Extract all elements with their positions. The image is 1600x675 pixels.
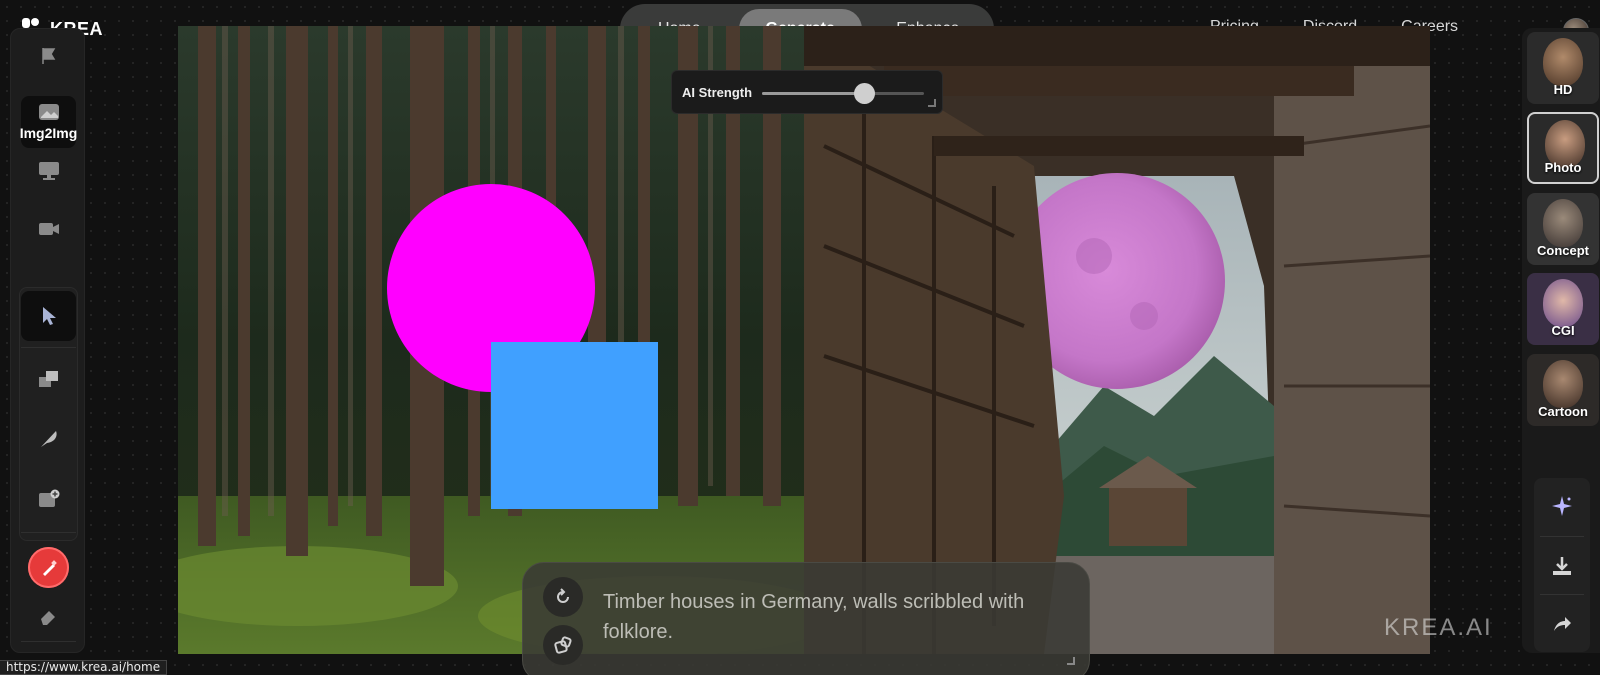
divider [21,641,76,642]
tool-img2img[interactable]: Img2Img [19,96,78,148]
divider [21,532,76,533]
random-prompt-button[interactable] [543,625,583,665]
samurai-portrait [1543,38,1583,86]
cartoon-man-portrait [1543,360,1583,408]
share-icon [1554,617,1571,631]
layers-icon [38,371,58,387]
download-icon [1553,557,1571,575]
prompt-resize-handle[interactable] [1067,657,1075,665]
ai-strength-fill [762,92,865,95]
prompt-box: Timber houses in Germany, walls scribble… [522,562,1090,675]
style-hd[interactable]: HD [1527,32,1599,104]
tool-shapes[interactable] [21,359,76,399]
brush-button[interactable] [28,547,69,588]
tool-add-image[interactable] [21,479,76,519]
panel-resize-handle[interactable] [928,99,936,107]
feather-icon [40,431,57,447]
tool-img2img-label: Img2Img [19,125,78,141]
style-cgi[interactable]: CGI [1527,273,1599,345]
tool-video[interactable] [21,209,76,249]
input-canvas[interactable] [178,26,804,654]
cgi-girl-portrait [1543,279,1583,327]
ai-strength-thumb[interactable] [853,83,875,104]
timber-houses-image [804,26,1430,654]
divider [1540,594,1584,595]
action-bar [1534,478,1590,652]
status-bar-url: https://www.krea.ai/home [0,660,168,675]
tool-pen[interactable] [21,419,76,459]
divider [21,347,76,348]
refresh-icon [557,588,569,603]
blue-square-shape[interactable] [491,342,658,509]
download-button[interactable] [1534,538,1590,594]
style-cartoon[interactable]: Cartoon [1527,354,1599,426]
enhance-button[interactable] [1534,478,1590,534]
krea-watermark: KREA.AI [1384,614,1493,641]
ai-strength-label: AI Strength [682,84,753,100]
flag-icon [41,48,55,64]
ai-strength-panel: AI Strength [671,70,943,114]
tool-select[interactable] [21,291,76,341]
eraser-icon [40,611,55,625]
monitor-icon [38,162,59,180]
cursor-arrow-icon [42,307,56,325]
brush-icon [42,559,57,576]
share-button[interactable] [1534,596,1590,652]
video-camera-icon [38,223,59,235]
style-hd-label: HD [1553,82,1573,97]
style-concept[interactable]: Concept [1527,193,1599,265]
style-photo-label: Photo [1544,160,1582,175]
output-image [804,26,1430,654]
flag-tool[interactable] [21,41,76,71]
style-photo[interactable]: Photo [1527,112,1599,184]
tool-realtime[interactable] [21,151,76,191]
tool-eraser[interactable] [21,599,76,633]
style-cartoon-label: Cartoon [1538,404,1588,419]
image-plus-icon [38,489,59,507]
dice-icon [554,636,572,654]
divider [1540,536,1584,537]
warrior-portrait [1543,199,1583,247]
image-icon [38,104,59,120]
left-toolbar: Img2Img [10,28,85,653]
reset-prompt-button[interactable] [543,577,583,617]
ai-strength-slider[interactable] [762,83,924,104]
sparkle-icon [1552,496,1572,516]
prompt-input[interactable]: Timber houses in Germany, walls scribble… [603,587,1043,647]
style-cgi-label: CGI [1551,323,1575,338]
style-concept-label: Concept [1537,243,1589,258]
